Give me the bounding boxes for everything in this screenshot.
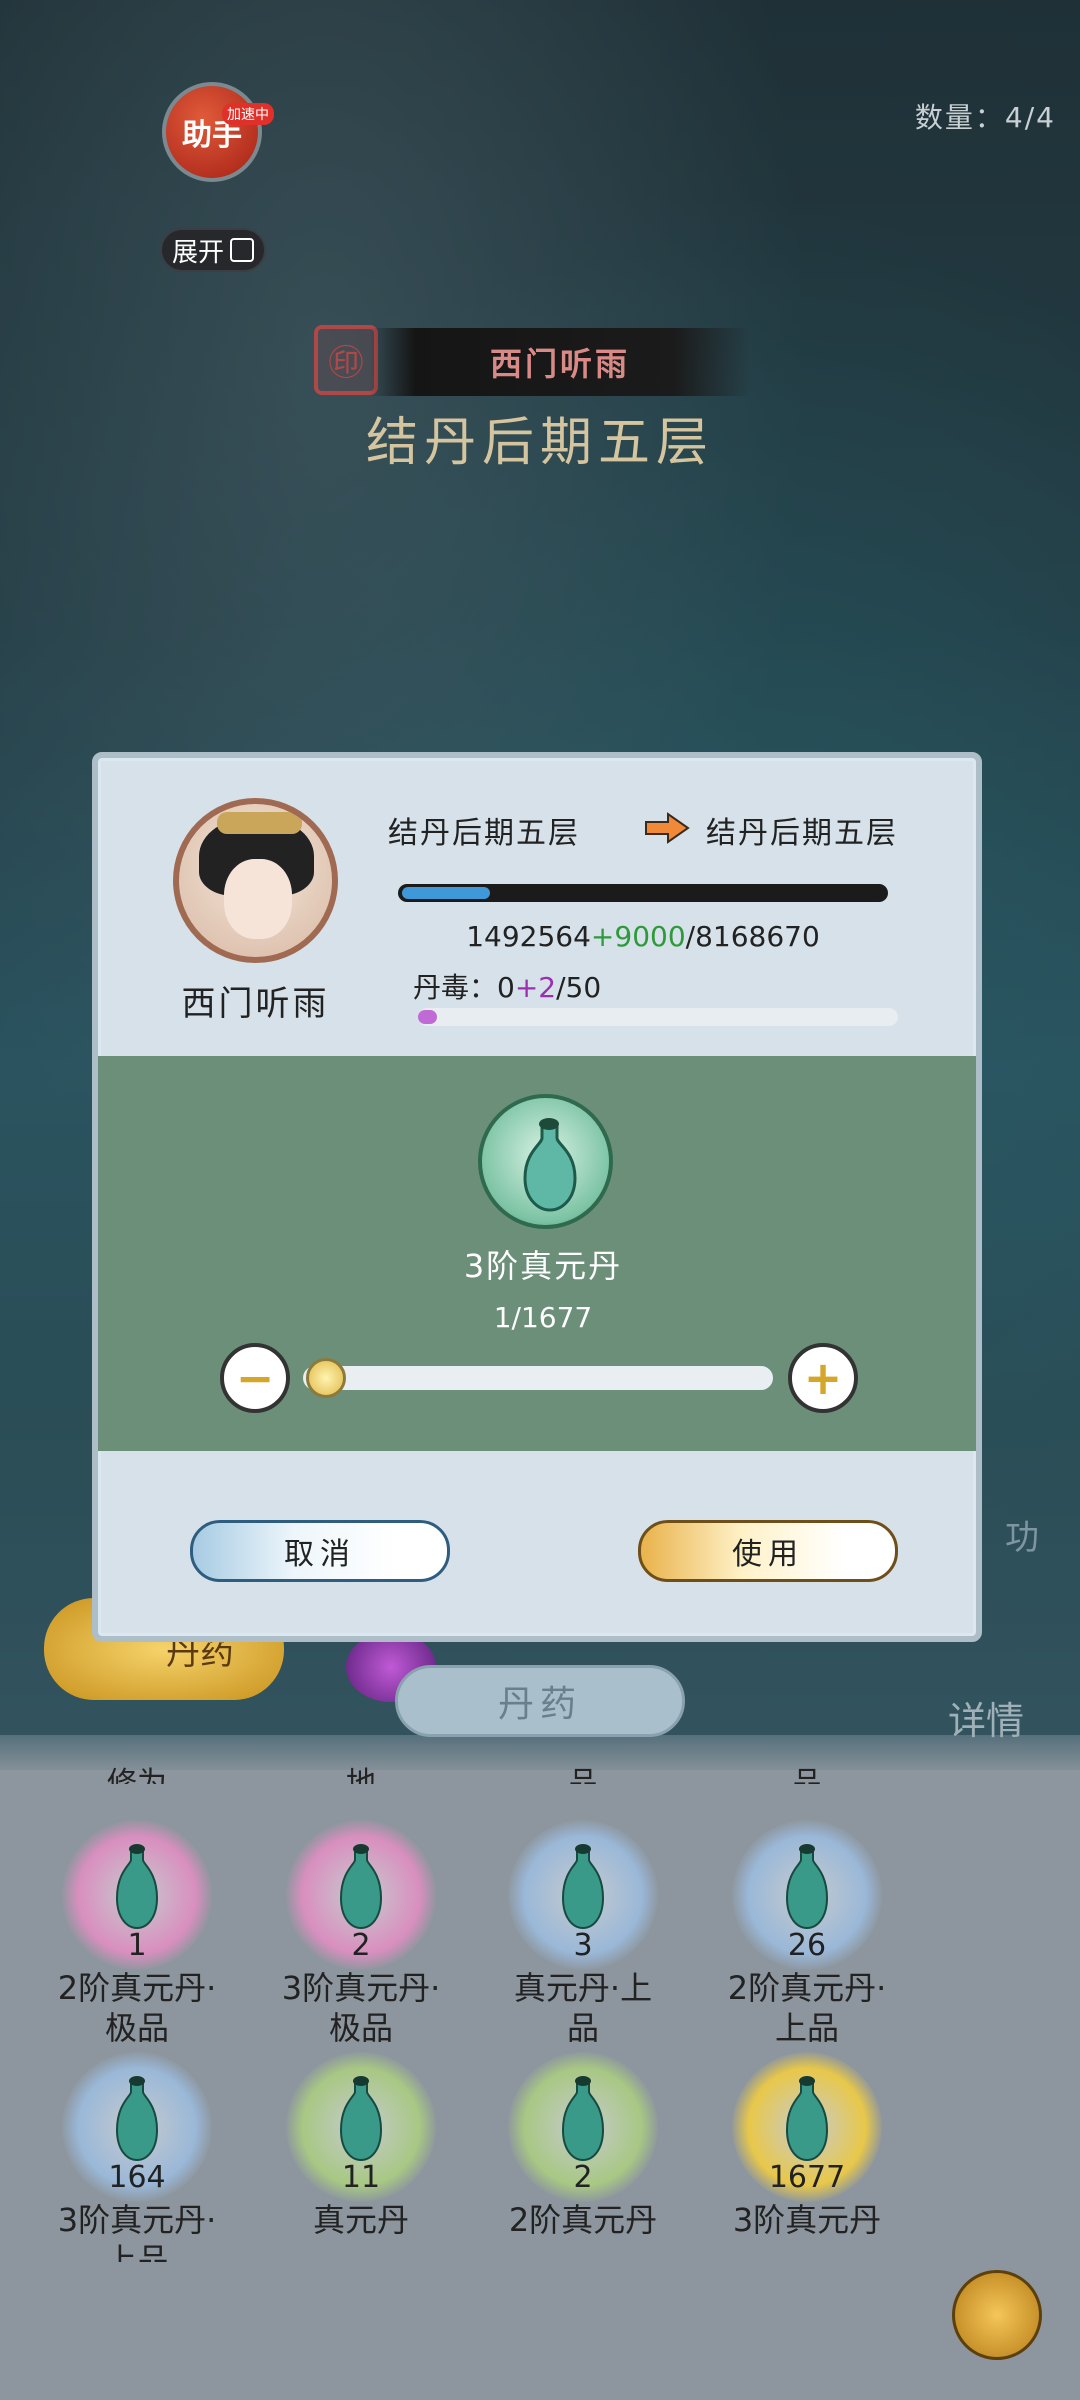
item-name: 极品 — [104, 2009, 169, 2047]
increase-button[interactable]: + — [788, 1343, 858, 1413]
pill-poison-text: 丹毒：0+2/50 — [413, 971, 602, 1004]
expand-label: 展开 — [171, 237, 224, 268]
arrow-right-icon — [645, 812, 690, 844]
pill-quantity: 1/1677 — [493, 1301, 593, 1334]
cut-label: 地 — [346, 1766, 376, 1784]
use-pill-dialog: 西门听雨 结丹后期五层 结丹后期五层 1492564+9000/8168670 … — [92, 752, 982, 1642]
poison-bar — [418, 1008, 898, 1026]
item-name: 品 — [566, 2009, 599, 2047]
boost-badge: 加速中 — [222, 103, 274, 125]
item-name: 3阶真元丹 — [732, 2201, 882, 2239]
item-count: 1677 — [768, 2160, 846, 2195]
item-name: 2阶真元丹· — [727, 1969, 887, 2007]
character-name-plate: 西门听雨 — [370, 328, 750, 396]
expand-button[interactable]: 展开 — [160, 228, 266, 272]
item-name: 3阶真元丹· — [57, 2201, 217, 2239]
count-indicator: 数量：4/4 — [914, 101, 1056, 134]
pill-bottle-icon — [785, 1844, 829, 1930]
use-button[interactable]: 使用 — [638, 1520, 898, 1582]
item-count: 11 — [341, 2160, 381, 2195]
cut-label: 品 — [568, 1766, 598, 1784]
item-name: 真元丹·上 — [513, 1969, 653, 2007]
item-count: 2 — [573, 2160, 593, 2195]
item-name: 极品 — [328, 2009, 393, 2047]
detail-button[interactable]: 详情 — [948, 1690, 1024, 1745]
pill-bottle-icon — [339, 1844, 383, 1930]
pill-bottle-icon — [115, 2076, 159, 2162]
exp-bar — [398, 884, 888, 902]
pill-name: 3阶真元丹 — [463, 1247, 623, 1285]
realm-from: 结丹后期五层 — [388, 816, 580, 851]
quantity-slider[interactable] — [303, 1366, 773, 1390]
item-count: 26 — [787, 1928, 827, 1963]
item-name: 2阶真元丹· — [57, 1969, 217, 2007]
cut-label: 修为 — [107, 1766, 167, 1784]
seal-icon: ㊞ — [314, 325, 378, 395]
exp-text: 1492564+9000/8168670 — [466, 920, 820, 953]
realm-title: 结丹后期五层 — [365, 413, 714, 473]
avatar-name: 西门听雨 — [181, 984, 330, 1024]
pill-selector: 3阶真元丹 1/1677 − + — [98, 1056, 976, 1451]
exp-bar-fill — [402, 887, 490, 899]
inventory-grid: 修为地品品 1 2阶真元丹· 极品 2 3阶真元丹· 极品 3 真元丹·上品 26 2阶真元丹· 上品… — [0, 1766, 1080, 2400]
pill-icon — [478, 1094, 613, 1229]
item-name: 3阶真元丹· — [281, 1969, 441, 2007]
pill-bottle-icon — [339, 2076, 383, 2162]
pill-bottle-icon — [561, 1844, 605, 1930]
skill-button-label[interactable]: 功 — [1005, 1510, 1039, 1559]
item-count: 1 — [127, 1928, 147, 1963]
cancel-button[interactable]: 取消 — [190, 1520, 450, 1582]
item-count: 3 — [573, 1928, 593, 1963]
pill-bottle-icon — [115, 1844, 159, 1930]
item-name: 2阶真元丹 — [508, 2201, 658, 2239]
pill-bottle-icon — [561, 2076, 605, 2162]
slider-handle[interactable] — [306, 1358, 346, 1398]
cut-label: 品 — [792, 1766, 822, 1784]
tab-pills[interactable]: 丹药 — [395, 1665, 685, 1737]
return-icon[interactable] — [952, 2270, 1042, 2360]
assistant-button[interactable]: 助手 — [162, 82, 262, 182]
avatar — [173, 798, 338, 963]
pill-bottle-icon — [785, 2076, 829, 2162]
item-name: 上品 — [104, 2241, 169, 2262]
poison-bar-fill — [418, 1010, 437, 1024]
item-name: 真元丹 — [312, 2201, 409, 2239]
item-count: 2 — [351, 1928, 371, 1963]
realm-to: 结丹后期五层 — [706, 816, 898, 851]
expand-icon — [230, 238, 254, 262]
decrease-button[interactable]: − — [220, 1343, 290, 1413]
item-count: 164 — [108, 2160, 166, 2195]
item-name: 上品 — [774, 2009, 839, 2047]
